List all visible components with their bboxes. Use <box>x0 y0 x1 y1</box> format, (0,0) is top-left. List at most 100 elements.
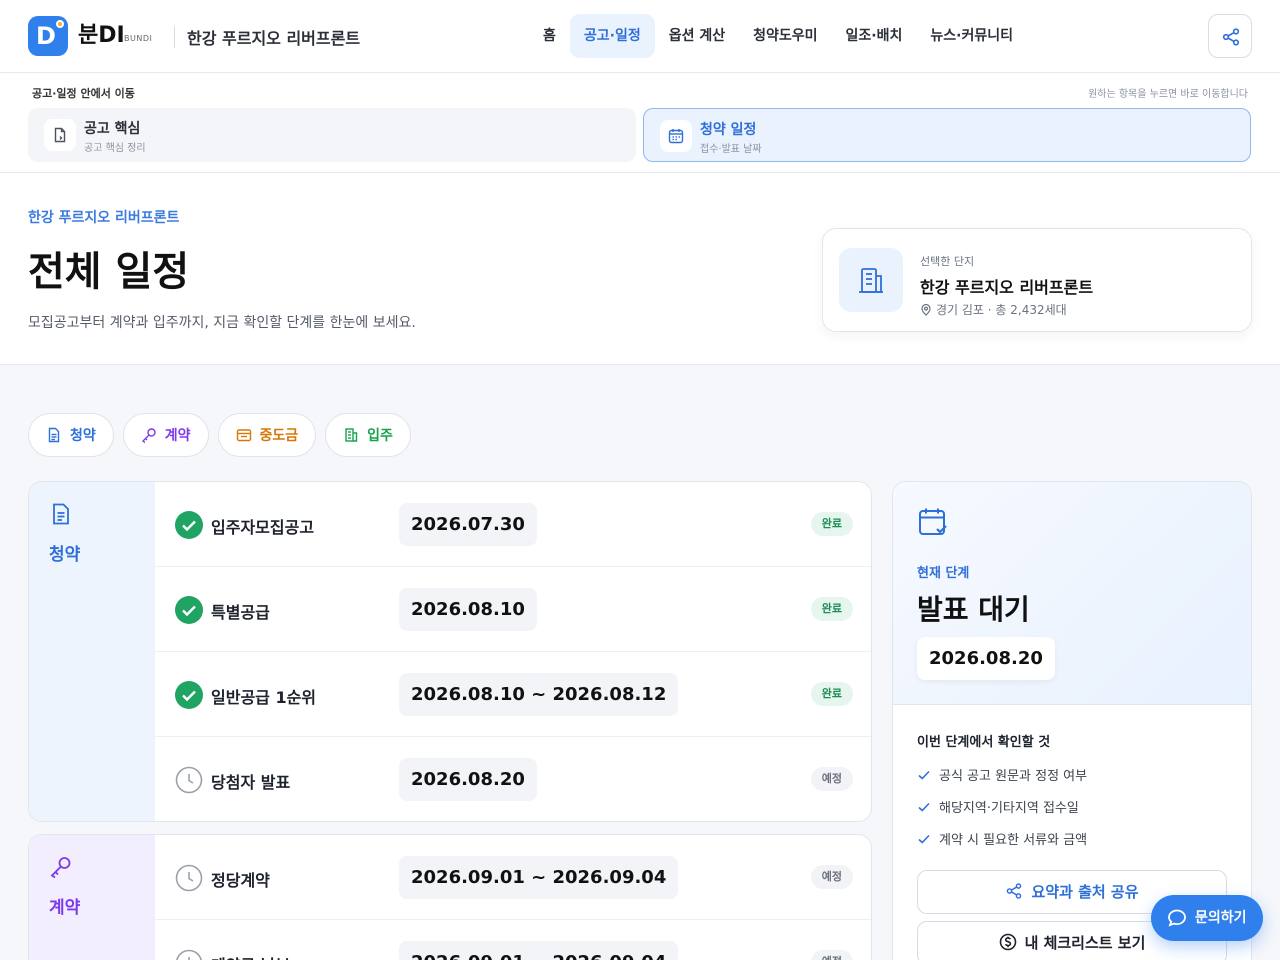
calendar-check-icon <box>919 508 947 535</box>
chip-move-in[interactable]: 입주 <box>325 413 411 457</box>
chip-label: 중도금 <box>259 428 299 444</box>
card-label: 선택한 단지 <box>920 255 975 268</box>
nav-item-sunlight-layout[interactable]: 일조·배치 <box>832 14 917 58</box>
schedule-label: 정당계약 <box>211 871 270 890</box>
schedule-label: 특별공급 <box>211 603 270 622</box>
building-icon <box>345 428 358 442</box>
schedule-date: 2026.09.01 ~ 2026.09.04 <box>399 856 679 899</box>
key-icon <box>50 857 71 879</box>
checklist-item-text: 해당지역·기타지역 접수일 <box>939 801 1079 816</box>
schedule-row: 입주자모집공고 2026.07.30 완료 <box>155 482 871 567</box>
share-button[interactable] <box>1208 14 1252 58</box>
share-icon <box>1007 883 1022 899</box>
schedule-row: 정당계약 2026.09.01 ~ 2026.09.04 예정 <box>155 835 871 920</box>
current-step-date: 2026.08.20 <box>917 637 1055 680</box>
subtab-title: 청약 일정 <box>700 122 757 138</box>
button-label: 내 체크리스트 보기 <box>1024 934 1146 952</box>
nav-item-notice-schedule[interactable]: 공고·일정 <box>569 14 655 58</box>
check-circle-icon <box>175 596 203 624</box>
subtab-subscription-schedule[interactable]: 청약 일정 접수·발표 날짜 <box>643 108 1251 162</box>
selected-complex-card[interactable]: 선택한 단지 한강 푸르지오 리버프론트 경기 김포 · 총 2,432세대 <box>822 228 1252 332</box>
schedule-date: 2026.07.30 <box>399 503 537 546</box>
document-icon <box>48 427 60 443</box>
current-step-title: 발표 대기 <box>917 593 1030 626</box>
location-pin-icon <box>921 303 931 316</box>
check-icon <box>918 770 930 780</box>
check-icon <box>918 834 930 844</box>
page-title: 전체 일정 <box>28 249 190 295</box>
main-nav: 홈 공고·일정 옵션 계산 청약도우미 일조·배치 뉴스·커뮤니티 <box>529 14 1027 58</box>
fab-label: 문의하기 <box>1195 910 1247 926</box>
clock-icon <box>175 864 203 892</box>
clock-icon <box>175 766 203 794</box>
status-badge: 완료 <box>810 682 853 706</box>
schedule-date: 2026.08.20 <box>399 758 537 801</box>
dollar-circle-icon <box>999 933 1016 951</box>
current-step-label: 현재 단계 <box>917 566 970 581</box>
schedule-group-subscription: 청약 입주자모집공고 2026.07.30 완료 특별공급 2026.08.10… <box>28 481 872 822</box>
inquiry-button[interactable]: 문의하기 <box>1151 895 1263 941</box>
chat-bubble-icon <box>1168 909 1186 927</box>
complex-meta-text: 경기 김포 · 총 2,432세대 <box>936 303 1067 317</box>
schedule-label: 계약금 납부 <box>211 952 290 960</box>
subtab-desc: 공고 핵심 정리 <box>84 143 146 154</box>
schedule-label: 당첨자 발표 <box>211 773 291 792</box>
checklist-item: 공식 공고 원문과 정정 여부 <box>917 765 1087 797</box>
key-icon <box>141 428 156 443</box>
nav-item-home[interactable]: 홈 <box>529 14 570 58</box>
subtab-notice-summary[interactable]: 공고 핵심 공고 핵심 정리 <box>28 108 636 162</box>
schedule-date: 2026.08.10 <box>399 588 537 631</box>
hero-kicker: 한강 푸르지오 리버프론트 <box>28 210 180 226</box>
category-chips: 청약 계약 중도금 입주 <box>28 413 411 457</box>
subtab-desc: 접수·발표 날짜 <box>700 144 762 155</box>
schedule-row: 특별공급 2026.08.10 완료 <box>155 567 871 652</box>
subnav-hint: 원하는 항목을 누르면 바로 이동합니다 <box>1088 89 1248 100</box>
page-description: 모집공고부터 계약과 입주까지, 지금 확인할 단계를 한눈에 보세요. <box>28 315 416 331</box>
group-sidebar: 청약 <box>29 482 155 821</box>
group-name: 청약 <box>49 545 81 565</box>
checklist: 공식 공고 원문과 정정 여부 해당지역·기타지역 접수일 계약 시 필요한 서… <box>917 765 1087 861</box>
complex-meta: 경기 김포 · 총 2,432세대 <box>920 301 1067 318</box>
chip-contract[interactable]: 계약 <box>122 413 209 457</box>
page-hero: 한강 푸르지오 리버프론트 전체 일정 모집공고부터 계약과 입주까지, 지금 … <box>0 173 1280 365</box>
schedule-row: 계약금 납부 2026.09.01 ~ 2026.09.04 예정 <box>155 920 871 960</box>
subnav-label: 공고·일정 안에서 이동 <box>32 87 135 100</box>
nav-item-subscription-helper[interactable]: 청약도우미 <box>739 14 831 58</box>
check-circle-icon <box>175 681 203 709</box>
nav-item-news-community[interactable]: 뉴스·커뮤니티 <box>916 14 1027 58</box>
chip-interim-payment[interactable]: 중도금 <box>217 413 317 457</box>
schedule-row: 당첨자 발표 2026.08.20 예정 <box>155 737 871 821</box>
chip-label: 청약 <box>70 428 96 444</box>
calendar-icon <box>668 129 684 144</box>
group-sidebar: 계약 <box>29 835 155 960</box>
chip-label: 입주 <box>367 428 393 444</box>
logo[interactable]: D <box>28 16 68 56</box>
site-title: 한강 푸르지오 리버프론트 <box>187 29 361 48</box>
chip-label: 계약 <box>164 428 191 444</box>
status-badge: 예정 <box>810 950 853 960</box>
checklist-item-text: 공식 공고 원문과 정정 여부 <box>939 769 1088 784</box>
file-icon <box>54 127 66 143</box>
schedule-date: 2026.08.10 ~ 2026.08.12 <box>399 673 679 716</box>
subtab-title: 공고 핵심 <box>84 121 141 137</box>
schedule-group-contract: 계약 정당계약 2026.09.01 ~ 2026.09.04 예정 계약금 납… <box>28 834 872 960</box>
document-icon <box>53 503 69 525</box>
schedule-label: 일반공급 1순위 <box>211 688 317 707</box>
schedule-date: 2026.09.01 ~ 2026.09.04 <box>399 941 679 960</box>
schedule-row: 일반공급 1순위 2026.08.10 ~ 2026.08.12 완료 <box>155 652 871 737</box>
header-divider <box>174 26 175 48</box>
chip-subscription[interactable]: 청약 <box>28 413 114 457</box>
nav-item-option-calc[interactable]: 옵션 계산 <box>655 14 739 58</box>
brand-name: 분DI <box>78 23 125 48</box>
wallet-icon <box>236 429 251 442</box>
top-header: D 분DI BUNDI 한강 푸르지오 리버프론트 홈 공고·일정 옵션 계산 … <box>0 0 1280 73</box>
brand-sub: BUNDI <box>124 34 153 43</box>
status-badge: 완료 <box>810 512 853 536</box>
status-badge: 예정 <box>810 865 853 889</box>
current-step-panel: 현재 단계 발표 대기 2026.08.20 이번 단계에서 확인할 것 공식 … <box>892 481 1252 960</box>
clock-icon <box>176 949 202 960</box>
schedule-label: 입주자모집공고 <box>211 518 315 537</box>
checklist-item-text: 계약 시 필요한 서류와 금액 <box>939 833 1088 848</box>
checklist-title: 이번 단계에서 확인할 것 <box>917 735 1051 750</box>
check-circle-icon <box>175 511 203 539</box>
